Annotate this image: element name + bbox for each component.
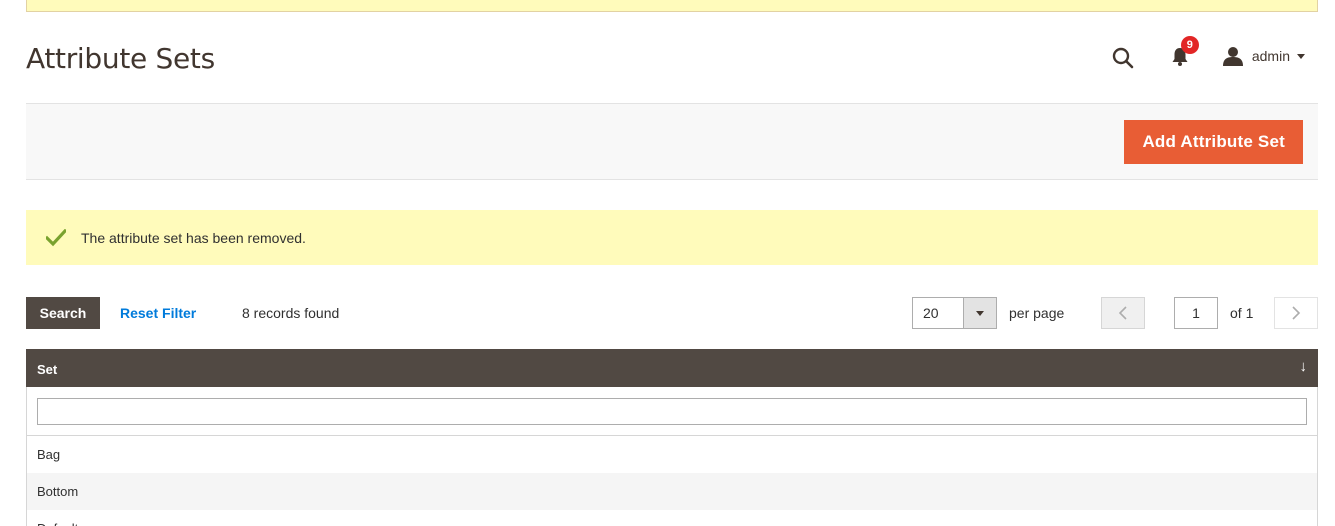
chevron-right-icon [1292,306,1301,320]
user-name: admin [1251,48,1290,64]
page-number-input[interactable] [1174,297,1218,329]
add-attribute-set-button[interactable]: Add Attribute Set [1124,120,1303,164]
user-icon [1222,47,1243,66]
search-button[interactable]: Search [26,297,100,329]
per-page-select[interactable]: 20 [912,297,997,329]
previous-page-button[interactable] [1101,297,1145,329]
page-title: Attribute Sets [26,42,215,75]
table-row[interactable]: Bag [26,436,1318,473]
column-header-set: Set [37,362,58,377]
attribute-sets-grid: Set ↓ Bag Bottom Default [26,349,1318,526]
user-menu[interactable]: admin [1222,46,1305,66]
per-page-value: 20 [923,305,939,321]
reset-filter-link[interactable]: Reset Filter [120,305,196,321]
top-notice-bar [26,0,1318,12]
set-filter-input[interactable] [37,398,1307,425]
filter-row [26,387,1318,436]
next-page-button[interactable] [1274,297,1318,329]
grid-toolbar: Search Reset Filter 8 records found 20 p… [26,297,1318,329]
records-found: 8 records found [242,305,340,321]
message-text: The attribute set has been removed. [81,229,306,246]
page-actions-bar: Add Attribute Set [26,103,1318,180]
header-actions: 9 admin [1111,36,1305,72]
table-row[interactable]: Default [26,510,1318,526]
per-page-toggle[interactable] [963,298,996,328]
total-pages-label: of 1 [1230,305,1254,321]
checkmark-icon [46,228,66,246]
chevron-down-icon [976,310,984,316]
table-row[interactable]: Bottom [26,473,1318,510]
notifications-count-badge: 9 [1180,36,1199,54]
notifications-button[interactable]: 9 [1169,36,1199,67]
grid-header-set[interactable]: Set ↓ [26,349,1318,387]
chevron-left-icon [1118,306,1127,320]
success-message: The attribute set has been removed. [26,210,1318,265]
per-page-label: per page [1009,305,1065,321]
search-icon[interactable] [1111,46,1135,70]
chevron-down-icon [1297,53,1305,59]
sort-arrow-icon[interactable]: ↓ [1300,358,1308,375]
